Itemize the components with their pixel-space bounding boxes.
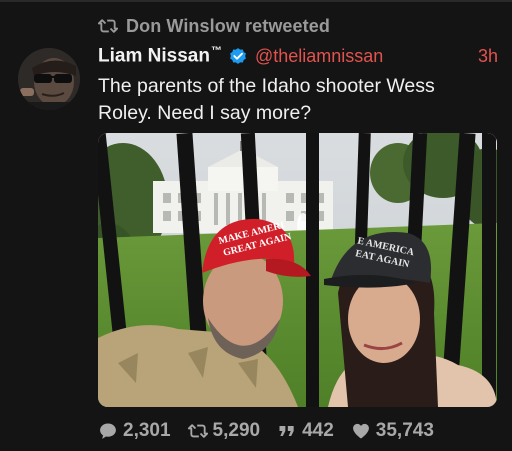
avatar-image [18, 48, 80, 110]
heart-icon [352, 423, 369, 439]
retweet-context[interactable]: Don Winslow retweeted [98, 15, 330, 37]
tweet-header: Liam Nissan™ @theliamnissan 3h [98, 43, 498, 69]
retweet-icon [187, 424, 208, 438]
quote-button[interactable]: 442 [277, 420, 334, 442]
like-count: 35,743 [375, 420, 434, 441]
reply-count: 2,301 [123, 420, 171, 441]
quote-count: 442 [302, 420, 334, 441]
retweet-icon [98, 19, 118, 33]
retweet-button[interactable]: 5,290 [187, 420, 261, 442]
photo-illustration: MAKE AMERI GREAT AGAIN E AMERICA EAT AGA… [98, 133, 497, 407]
tweet-actions: 2,301 5,290 442 35,743 [98, 418, 451, 444]
avatar[interactable] [18, 48, 80, 110]
reply-icon [100, 423, 116, 439]
retweet-count: 5,290 [212, 420, 261, 441]
like-button[interactable]: 35,743 [351, 420, 434, 442]
top-divider [0, 0, 512, 2]
author-name[interactable]: Liam Nissan™ [98, 45, 222, 67]
author-handle[interactable]: @theliamnissan [255, 46, 383, 67]
verified-badge-icon [230, 48, 246, 64]
tweet-photo[interactable]: MAKE AMERI GREAT AGAIN E AMERICA EAT AGA… [98, 133, 497, 407]
trademark-symbol: ™ [210, 44, 222, 57]
tweet-text: The parents of the Idaho shooter Wess Ro… [98, 75, 435, 124]
reply-button[interactable]: 2,301 [98, 420, 171, 442]
retweet-label: Don Winslow retweeted [126, 15, 330, 36]
quote-icon [279, 426, 294, 436]
tweet-timestamp[interactable]: 3h [478, 46, 498, 67]
